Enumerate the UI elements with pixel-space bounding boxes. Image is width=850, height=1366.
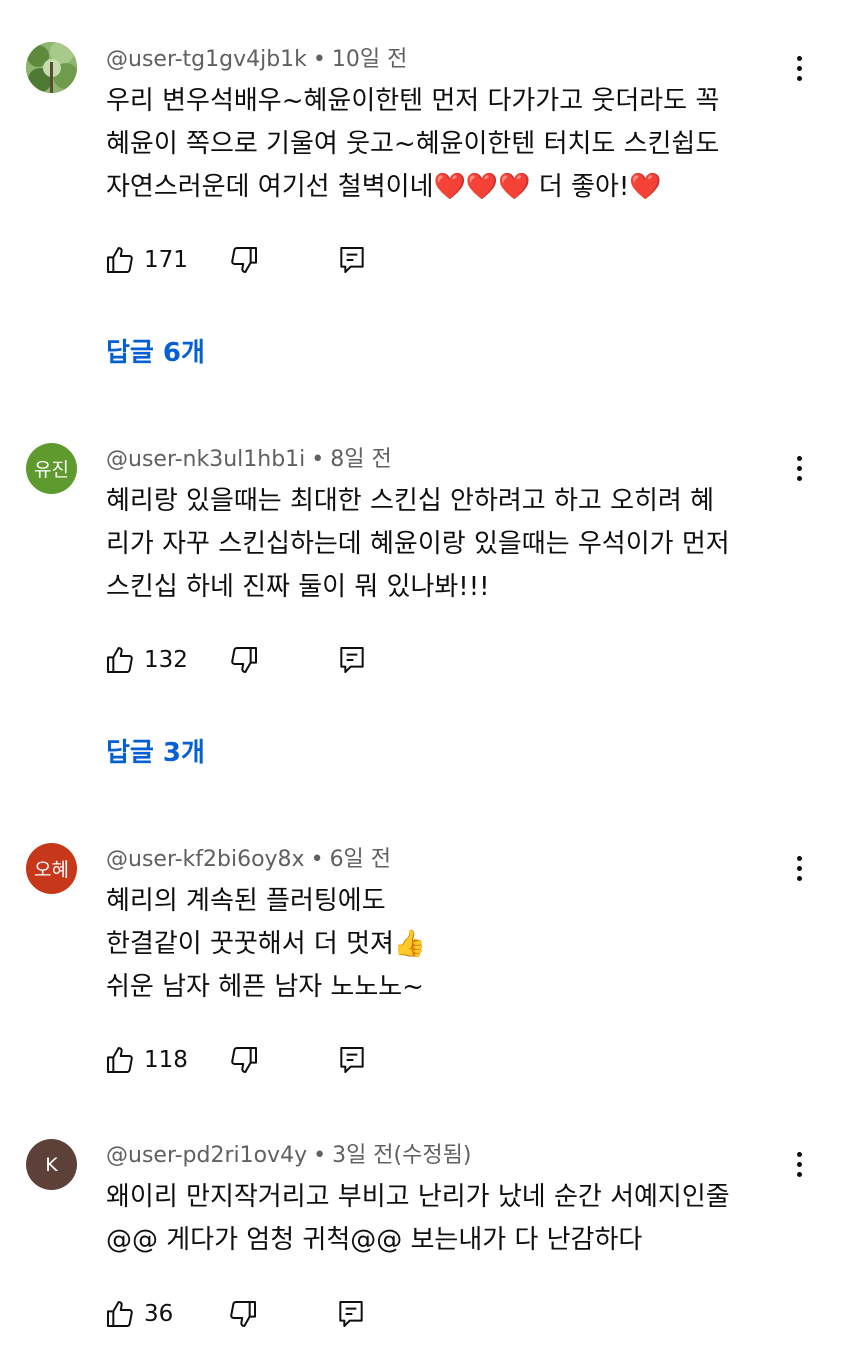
thumbs-up-icon — [107, 647, 133, 673]
reply-button[interactable] — [336, 1044, 368, 1076]
reply-comment-icon — [339, 1301, 363, 1327]
comment-actions: 171 — [104, 240, 368, 280]
comment-author[interactable]: @user-tg1gv4jb1k — [106, 47, 307, 72]
avatar[interactable]: 유진 — [26, 443, 77, 494]
avatar-initials: 오혜 — [34, 859, 69, 881]
comment-meta: @user-tg1gv4jb1k • 10일 전 — [106, 43, 407, 77]
thumbs-down-icon — [231, 647, 257, 673]
thumbs-down-icon — [231, 247, 257, 273]
dislike-button[interactable] — [228, 1044, 260, 1076]
reply-button[interactable] — [336, 644, 368, 676]
like-count: 36 — [144, 1301, 174, 1327]
comment-time: 3일 전(수정됨) — [332, 1143, 472, 1168]
comment-text: 혜리랑 있을때는 최대한 스킨십 안하려고 하고 오히려 혜 리가 자꾸 스킨십… — [106, 486, 730, 602]
like-button[interactable]: 118 — [104, 1044, 188, 1076]
thumbs-up-icon — [107, 1301, 133, 1327]
separator-dot: • — [312, 47, 326, 72]
separator-dot: • — [311, 447, 325, 472]
thumbs-up-icon — [107, 247, 133, 273]
comment-meta: @user-pd2ri1ov4y • 3일 전(수정됨) — [106, 1139, 471, 1173]
dot-icon — [796, 55, 802, 61]
like-button[interactable]: 132 — [104, 644, 188, 676]
reply-button[interactable] — [336, 244, 368, 276]
thumbs-down-icon — [231, 1047, 257, 1073]
like-count: 132 — [144, 647, 188, 673]
dot-icon — [796, 1151, 802, 1157]
comment-text: 혜리의 계속된 플러팅에도 한결같이 꿋꿋해서 더 멋져👍 쉬운 남자 헤픈 남… — [106, 886, 427, 1002]
reply-comment-icon — [340, 247, 364, 273]
comment-author[interactable]: @user-nk3ul1hb1i — [106, 447, 305, 472]
like-button[interactable]: 171 — [104, 244, 188, 276]
comment-actions: 118 — [104, 1040, 368, 1080]
comment-meta: @user-kf2bi6oy8x • 6일 전 — [106, 843, 391, 877]
avatar[interactable] — [26, 42, 77, 93]
avatar[interactable]: 오혜 — [26, 843, 77, 894]
dot-icon — [796, 465, 802, 471]
avatar-initials: 유진 — [34, 459, 69, 481]
like-count: 171 — [144, 247, 188, 273]
dislike-button[interactable] — [228, 644, 260, 676]
dot-icon — [796, 1161, 802, 1167]
like-button[interactable]: 36 — [104, 1298, 173, 1330]
comment-text: 왜이리 만지작거리고 부비고 난리가 났네 순간 서예지인줄 @@ 게다가 엄청… — [106, 1182, 730, 1255]
avatar[interactable]: K — [26, 1139, 77, 1190]
thumbs-up-icon — [107, 1047, 133, 1073]
comment-time: 10일 전 — [331, 47, 408, 72]
dot-icon — [796, 855, 802, 861]
reply-comment-icon — [340, 647, 364, 673]
thumbs-down-icon — [230, 1301, 257, 1327]
comment-meta: @user-nk3ul1hb1i • 8일 전 — [106, 443, 392, 477]
avatar-initials: K — [45, 1153, 58, 1176]
comment-text: 우리 변우석배우~혜윤이한텐 먼저 다가가고 웃더라도 꼭 혜윤이 쪽으로 기울… — [106, 86, 720, 202]
dot-icon — [796, 455, 802, 461]
comment-time: 8일 전 — [330, 447, 392, 472]
comment-author[interactable]: @user-kf2bi6oy8x — [106, 847, 305, 872]
dot-icon — [796, 865, 802, 871]
separator-dot: • — [310, 847, 324, 872]
separator-dot: • — [313, 1143, 327, 1168]
like-count: 118 — [144, 1047, 188, 1073]
dislike-button[interactable] — [227, 1298, 259, 1330]
replies-link[interactable]: 답글 3개 — [106, 733, 205, 773]
reply-comment-icon — [340, 1047, 364, 1073]
comment-actions: 36 — [104, 1294, 367, 1334]
comment-time: 6일 전 — [329, 847, 392, 872]
comment-actions: 132 — [104, 640, 368, 680]
comment-author[interactable]: @user-pd2ri1ov4y — [106, 1143, 307, 1168]
reply-button[interactable] — [335, 1298, 367, 1330]
dislike-button[interactable] — [228, 244, 260, 276]
dot-icon — [796, 65, 802, 71]
nature-photo-avatar — [26, 42, 77, 93]
replies-link[interactable]: 답글 6개 — [106, 333, 205, 373]
